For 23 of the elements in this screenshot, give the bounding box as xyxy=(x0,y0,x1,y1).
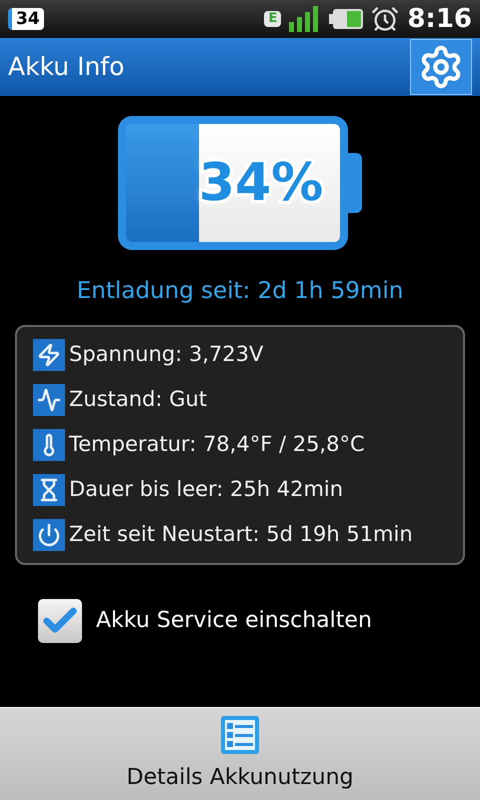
battery-icon xyxy=(329,9,364,29)
app-title: Akku Info xyxy=(8,51,124,84)
info-text: Spannung: 3,723V xyxy=(69,340,264,368)
alarm-clock-icon xyxy=(371,5,400,33)
info-text: Temperatur: 78,4°F / 25,8°C xyxy=(69,430,365,458)
checkbox-label: Akku Service einschalten xyxy=(96,607,372,635)
power-icon xyxy=(33,518,65,550)
info-text: Dauer bis leer: 25h 42min xyxy=(69,476,344,503)
clock-time: 8:16 xyxy=(407,2,472,36)
network-type: E xyxy=(264,11,282,27)
info-text: Zustand: Gut xyxy=(69,386,207,413)
settings-button[interactable] xyxy=(410,39,472,95)
service-checkbox[interactable] xyxy=(38,598,82,642)
battery-percent: 34% xyxy=(198,152,324,215)
hourglass-icon xyxy=(33,474,65,506)
discharge-time: Entladung seit: 2d 1h 59min xyxy=(76,277,404,306)
details-button[interactable]: Details Akkunutzung xyxy=(0,707,480,800)
list-icon xyxy=(220,714,260,754)
pulse-icon xyxy=(33,384,65,416)
battery-badge: 34 xyxy=(8,8,44,30)
thermometer-icon xyxy=(33,428,65,460)
info-text: Zeit seit Neustart: 5d 19h 51min xyxy=(69,520,413,548)
lightning-icon xyxy=(33,338,65,370)
